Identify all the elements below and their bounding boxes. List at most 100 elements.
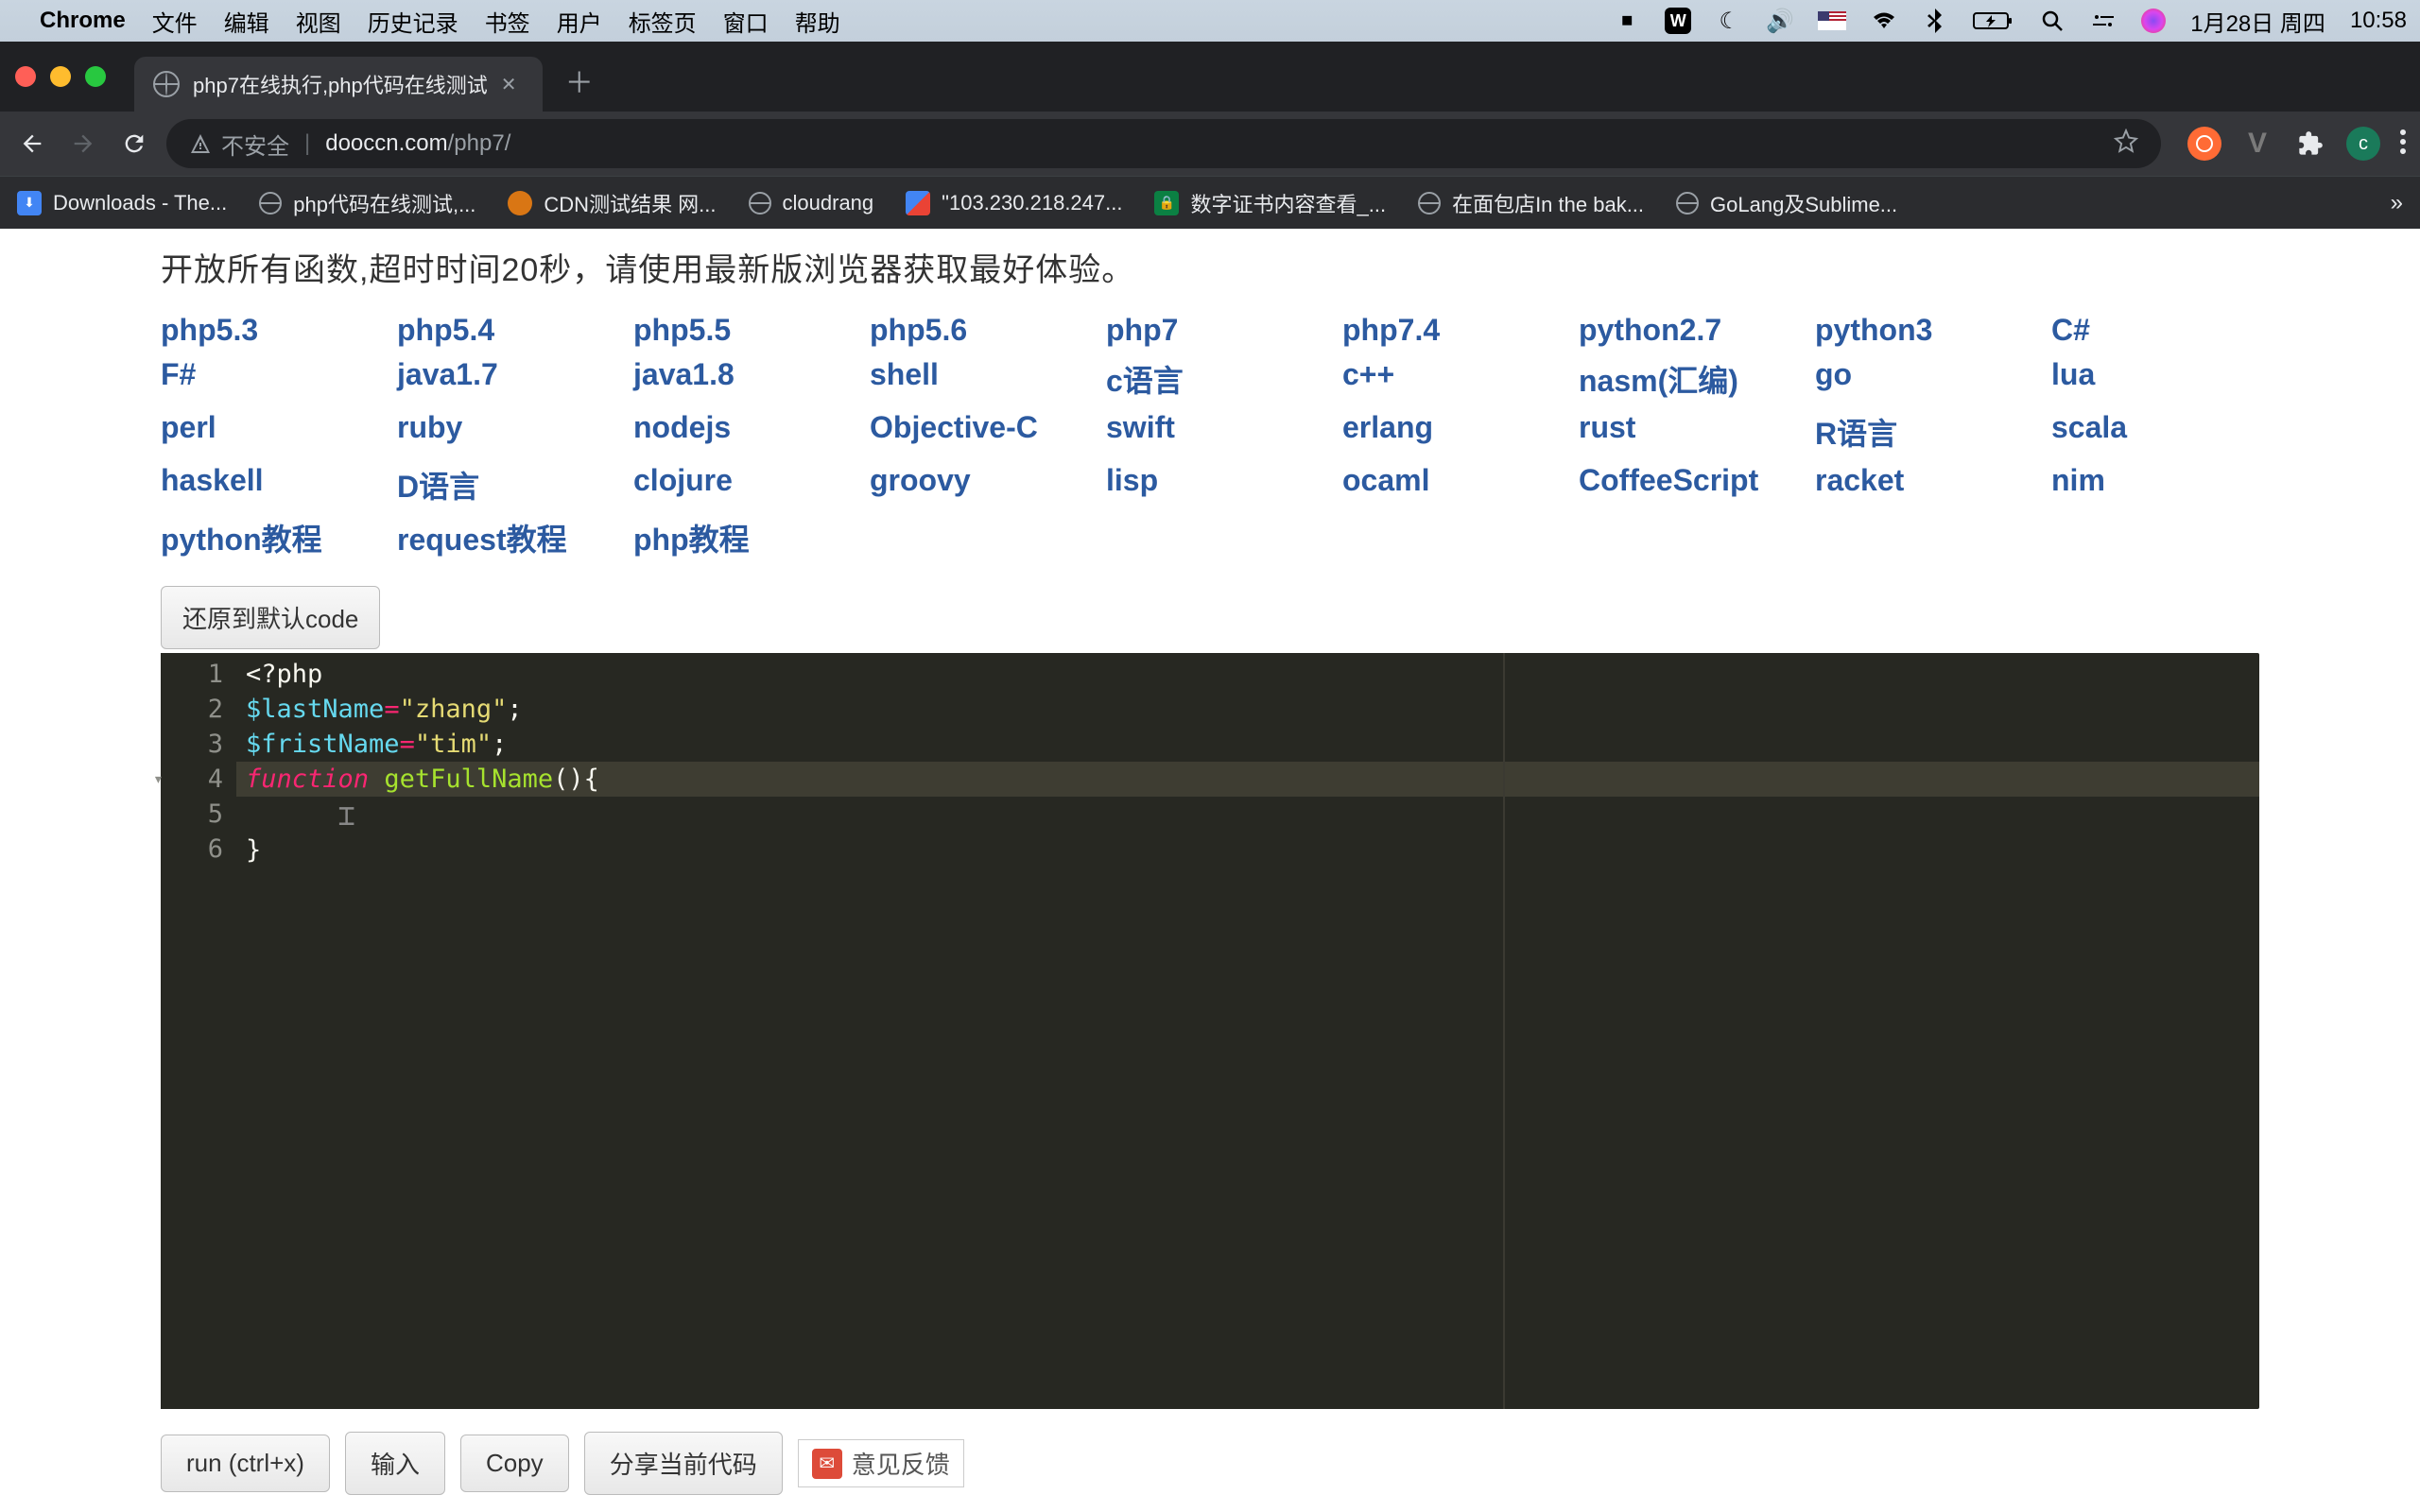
lang-link[interactable]: java1.8 bbox=[633, 357, 851, 401]
lang-link[interactable]: php5.4 bbox=[397, 313, 614, 348]
menubar-date[interactable]: 1月28日 周四 bbox=[2190, 5, 2325, 38]
language-grid: php5.3 php5.4 php5.5 php5.6 php7 php7.4 … bbox=[161, 313, 2259, 559]
lang-link[interactable]: D语言 bbox=[397, 463, 614, 507]
menu-view[interactable]: 视图 bbox=[296, 5, 341, 38]
menu-tabs[interactable]: 标签页 bbox=[629, 5, 697, 38]
bookmark-item[interactable]: cloudrang bbox=[749, 191, 874, 215]
lang-link[interactable]: php5.6 bbox=[870, 313, 1087, 348]
lang-link[interactable]: clojure bbox=[633, 463, 851, 507]
menu-user[interactable]: 用户 bbox=[557, 5, 602, 38]
bookmark-item[interactable]: CDN测试结果 网... bbox=[508, 188, 716, 218]
menubar-time[interactable]: 10:58 bbox=[2350, 8, 2407, 34]
favicon-icon: 🔒 bbox=[1154, 191, 1179, 215]
us-flag-icon[interactable] bbox=[1818, 11, 1846, 30]
new-tab-button[interactable]: ＋ bbox=[565, 60, 594, 101]
lang-link[interactable]: php5.5 bbox=[633, 313, 851, 348]
lang-link[interactable]: swift bbox=[1106, 410, 1323, 454]
lang-link[interactable]: php5.3 bbox=[161, 313, 378, 348]
bookmark-item[interactable]: 在面包店In the bak... bbox=[1418, 188, 1644, 218]
share-button[interactable]: 分享当前代码 bbox=[584, 1432, 783, 1495]
menu-window[interactable]: 窗口 bbox=[723, 5, 769, 38]
lang-link[interactable]: nasm(汇编) bbox=[1579, 357, 1796, 401]
profile-avatar[interactable]: c bbox=[2346, 127, 2380, 161]
lang-link[interactable]: python3 bbox=[1815, 313, 2032, 348]
app-name[interactable]: Chrome bbox=[40, 8, 126, 34]
wifi-icon[interactable] bbox=[1871, 8, 1897, 34]
bluetooth-icon[interactable] bbox=[1922, 8, 1948, 34]
address-bar[interactable]: 不安全 | dooccn.com/php7/ bbox=[166, 119, 2161, 168]
code-editor[interactable]: 1 2 3 ▾4 5 6 <?php $lastName="zhang"; $f… bbox=[161, 653, 2259, 1409]
bookmark-item[interactable]: GoLang及Sublime... bbox=[1676, 188, 1897, 218]
window-minimize-button[interactable] bbox=[50, 66, 71, 87]
menu-history[interactable]: 历史记录 bbox=[368, 5, 458, 38]
lang-link[interactable]: nim bbox=[2051, 463, 2269, 507]
reset-code-button[interactable]: 还原到默认code bbox=[161, 586, 380, 649]
insecure-warning[interactable]: 不安全 bbox=[189, 128, 289, 161]
copy-button[interactable]: Copy bbox=[460, 1435, 569, 1492]
fold-marker-icon[interactable]: ▾ bbox=[153, 762, 164, 797]
lang-link[interactable]: F# bbox=[161, 357, 378, 401]
lang-link[interactable]: python2.7 bbox=[1579, 313, 1796, 348]
lang-link[interactable]: lisp bbox=[1106, 463, 1323, 507]
lang-link[interactable]: go bbox=[1815, 357, 2032, 401]
volume-icon[interactable]: 🔊 bbox=[1767, 8, 1793, 34]
lang-link[interactable]: php教程 bbox=[633, 516, 851, 559]
bookmark-item[interactable]: "103.230.218.247... bbox=[906, 191, 1122, 215]
lang-link[interactable]: php7 bbox=[1106, 313, 1323, 348]
lang-link[interactable]: perl bbox=[161, 410, 378, 454]
extension-icon-1[interactable] bbox=[2187, 127, 2221, 161]
browser-tab[interactable]: php7在线执行,php代码在线测试 ✕ bbox=[134, 57, 543, 112]
extension-icon-2[interactable]: V bbox=[2240, 127, 2274, 161]
window-close-button[interactable] bbox=[15, 66, 36, 87]
lang-link[interactable]: rust bbox=[1579, 410, 1796, 454]
feedback-link[interactable]: ✉ 意见反馈 bbox=[798, 1439, 964, 1487]
extensions-icon[interactable] bbox=[2293, 127, 2327, 161]
siri-icon[interactable] bbox=[2141, 9, 2166, 33]
menu-help[interactable]: 帮助 bbox=[795, 5, 840, 38]
lang-link[interactable]: erlang bbox=[1342, 410, 1560, 454]
lang-link[interactable]: ocaml bbox=[1342, 463, 1560, 507]
mail-icon: ✉ bbox=[812, 1449, 842, 1479]
moon-icon[interactable]: ☾ bbox=[1716, 8, 1742, 34]
lang-link[interactable]: R语言 bbox=[1815, 410, 2032, 454]
close-icon[interactable]: ✕ bbox=[501, 73, 524, 95]
lang-link[interactable]: request教程 bbox=[397, 516, 614, 559]
code-area[interactable]: <?php $lastName="zhang"; $fristName="tim… bbox=[236, 653, 2259, 1409]
battery-icon[interactable] bbox=[1973, 8, 2014, 34]
bookmark-item[interactable]: 🔒数字证书内容查看_... bbox=[1154, 188, 1386, 218]
lang-link[interactable]: php7.4 bbox=[1342, 313, 1560, 348]
spotlight-icon[interactable] bbox=[2039, 8, 2066, 34]
window-maximize-button[interactable] bbox=[85, 66, 106, 87]
input-button[interactable]: 输入 bbox=[345, 1432, 445, 1495]
lang-link[interactable]: scala bbox=[2051, 410, 2269, 454]
bookmark-star-icon[interactable] bbox=[2114, 129, 2138, 160]
control-center-icon[interactable] bbox=[2090, 8, 2117, 34]
lang-link[interactable]: nodejs bbox=[633, 410, 851, 454]
back-button[interactable] bbox=[13, 125, 51, 163]
lang-link[interactable]: haskell bbox=[161, 463, 378, 507]
lang-link[interactable]: python教程 bbox=[161, 516, 378, 559]
menu-bookmarks[interactable]: 书签 bbox=[485, 5, 530, 38]
lang-link[interactable]: java1.7 bbox=[397, 357, 614, 401]
lang-link[interactable]: shell bbox=[870, 357, 1087, 401]
lang-link[interactable]: C# bbox=[2051, 313, 2269, 348]
lang-link[interactable]: c语言 bbox=[1106, 357, 1323, 401]
stop-icon[interactable]: ⏹ bbox=[1614, 8, 1640, 34]
run-button[interactable]: run (ctrl+x) bbox=[161, 1435, 330, 1492]
lang-link[interactable]: lua bbox=[2051, 357, 2269, 401]
bookmark-item[interactable]: php代码在线测试,... bbox=[259, 188, 475, 218]
lang-link[interactable]: ruby bbox=[397, 410, 614, 454]
chrome-menu-button[interactable] bbox=[2399, 129, 2407, 160]
menu-file[interactable]: 文件 bbox=[152, 5, 198, 38]
bookmarks-overflow-button[interactable]: » bbox=[2391, 190, 2403, 216]
lang-link[interactable]: groovy bbox=[870, 463, 1087, 507]
lang-link[interactable]: c++ bbox=[1342, 357, 1560, 401]
lang-link[interactable]: CoffeeScript bbox=[1579, 463, 1796, 507]
menu-edit[interactable]: 编辑 bbox=[224, 5, 269, 38]
lang-link[interactable]: Objective-C bbox=[870, 410, 1087, 454]
favicon-icon bbox=[906, 191, 930, 215]
lang-link[interactable]: racket bbox=[1815, 463, 2032, 507]
bookmark-item[interactable]: ⬇Downloads - The... bbox=[17, 191, 227, 215]
wps-icon[interactable]: W bbox=[1665, 8, 1691, 34]
reload-button[interactable] bbox=[115, 125, 153, 163]
